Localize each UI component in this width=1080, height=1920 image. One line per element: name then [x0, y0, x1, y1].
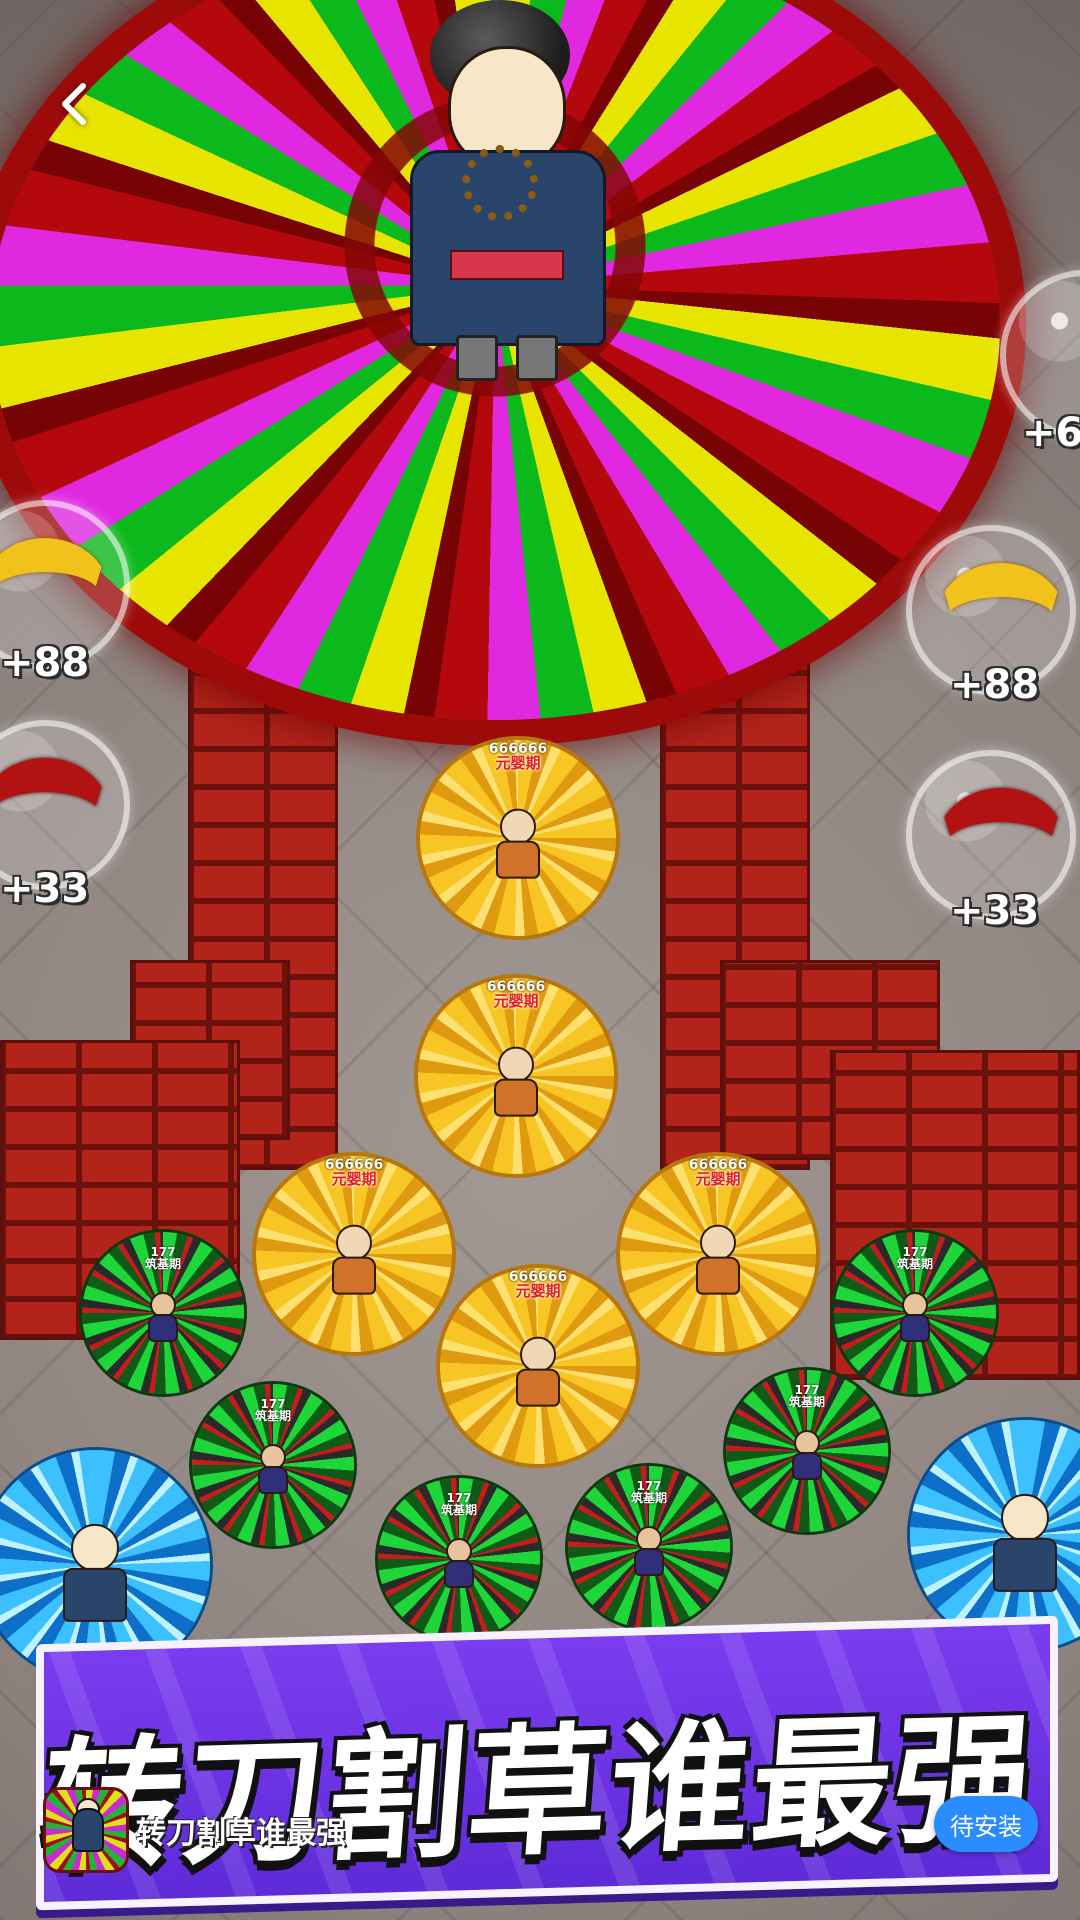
enemy-label: 666666 元婴期 — [420, 742, 616, 771]
enemy-disciple-orb: 177 筑基期 — [834, 1232, 996, 1394]
enemy-label: 666666 元婴期 — [256, 1158, 452, 1187]
enemy-realm: 筑基期 — [254, 1409, 291, 1423]
enemy-elder-orb: 666666 元婴期 — [420, 740, 616, 936]
enemy-realm: 筑基期 — [788, 1395, 825, 1409]
elder-fighter-icon — [494, 1046, 538, 1117]
enemy-label: 177 筑基期 — [82, 1246, 244, 1270]
enemy-realm: 元婴期 — [695, 1170, 741, 1188]
enemy-realm: 元婴期 — [515, 1282, 561, 1300]
enemy-label: 177 筑基期 — [834, 1246, 996, 1270]
enemy-elder-orb: 666666 元婴期 — [256, 1156, 452, 1352]
disciple-fighter-icon — [148, 1292, 178, 1342]
enemy-elder-orb: 666666 元婴期 — [440, 1268, 636, 1464]
elder-fighter-icon — [332, 1224, 376, 1295]
yellow-blade-icon — [936, 563, 1066, 677]
player-monk — [370, 0, 650, 390]
bonus-left-2: +33 — [0, 866, 90, 912]
enemy-disciple-orb: 177 筑基期 — [192, 1384, 354, 1546]
disciple-fighter-icon — [900, 1292, 930, 1342]
bonus-right-1: +88 — [950, 662, 1040, 708]
app-icon-monk-body — [72, 1808, 104, 1852]
enemy-label: 177 筑基期 — [726, 1384, 888, 1408]
app-icon[interactable] — [46, 1790, 126, 1870]
red-blade-icon — [0, 758, 110, 872]
disciple-fighter-icon — [258, 1444, 288, 1494]
enemy-label: 177 筑基期 — [568, 1480, 730, 1504]
enemy-realm: 元婴期 — [493, 992, 539, 1010]
elder-fighter-icon — [496, 808, 540, 879]
enemy-elder-orb: 666666 元婴期 — [620, 1156, 816, 1352]
enemy-disciple-orb: 177 筑基期 — [378, 1478, 540, 1640]
app-install-bar: 转刀割草谁最强 待安装 — [36, 1786, 1056, 1876]
bonus-right-2: +33 — [950, 888, 1040, 934]
back-button[interactable] — [44, 74, 104, 134]
elder-fighter-icon — [516, 1336, 560, 1407]
bonus-right-0: +6 — [1022, 410, 1080, 456]
enemy-elder-orb: 666666 元婴期 — [418, 978, 614, 1174]
game-scene: +88 +33 +6 +88 +33 666666 元婴期 666666 元婴期 6… — [0, 0, 1080, 1920]
enemy-label: 666666 元婴期 — [440, 1270, 636, 1299]
enemy-label: 177 筑基期 — [378, 1492, 540, 1516]
enemy-label: 666666 元婴期 — [620, 1158, 816, 1187]
monk-prayer-beads — [462, 145, 538, 221]
monk-icon — [993, 1493, 1057, 1592]
enemy-realm: 元婴期 — [495, 754, 541, 772]
monk-leg-right — [516, 335, 558, 381]
app-name[interactable]: 转刀割草谁最强 — [136, 1808, 346, 1852]
disciple-fighter-icon — [792, 1430, 822, 1480]
enemy-realm: 元婴期 — [331, 1170, 377, 1188]
enemy-label: 666666 元婴期 — [418, 980, 614, 1009]
install-button[interactable]: 待安装 — [934, 1796, 1038, 1852]
enemy-label: 177 筑基期 — [192, 1398, 354, 1422]
enemy-disciple-orb: 177 筑基期 — [726, 1370, 888, 1532]
monk-sash — [450, 250, 564, 280]
enemy-realm: 筑基期 — [440, 1503, 477, 1517]
disciple-fighter-icon — [444, 1538, 474, 1588]
enemy-disciple-orb: 177 筑基期 — [82, 1232, 244, 1394]
disciple-fighter-icon — [634, 1526, 664, 1576]
chevron-left-icon — [62, 83, 86, 125]
yellow-blade-icon — [0, 538, 110, 652]
red-blade-icon — [936, 788, 1066, 902]
enemy-realm: 筑基期 — [630, 1491, 667, 1505]
enemy-realm: 筑基期 — [896, 1257, 933, 1271]
enemy-realm: 筑基期 — [144, 1257, 181, 1271]
bonus-left-1: +88 — [0, 640, 90, 686]
elder-fighter-icon — [696, 1224, 740, 1295]
monk-leg-left — [456, 335, 498, 381]
monk-icon — [63, 1523, 127, 1622]
enemy-disciple-orb: 177 筑基期 — [568, 1466, 730, 1628]
